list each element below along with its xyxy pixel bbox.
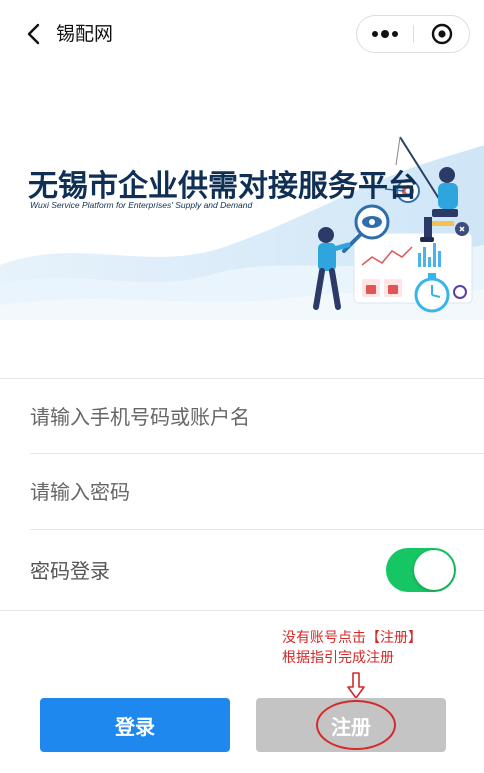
back-button[interactable] [20,20,48,48]
register-hint-line-2: 根据指引完成注册 [282,650,394,666]
target-circle-icon [431,23,453,45]
page-title: 锡配网 [56,23,114,45]
password-input[interactable] [30,472,450,512]
banner-subtitle: Wuxi Service Platform for Enterprises' S… [30,200,253,210]
chevron-left-icon [27,23,40,45]
banner-illustration [0,136,484,320]
login-button[interactable]: 登录 [40,698,230,752]
register-hint: 没有账号点击【注册】 根据指引完成注册 [282,628,422,668]
account-input[interactable] [30,397,450,437]
more-button[interactable] [357,16,413,52]
more-dots-icon [372,30,398,38]
password-login-toggle[interactable] [386,548,456,592]
down-arrow-icon [347,672,365,699]
banner-title: 无锡市企业供需对接服务平台 [28,169,418,204]
mini-program-capsule [356,15,470,53]
form-top-divider [0,378,484,379]
account-divider [30,453,484,454]
password-login-label: 密码登录 [30,559,110,583]
password-divider [30,529,484,530]
form-bottom-divider [0,610,484,611]
navbar: 锡配网 [0,0,484,68]
register-hint-line-1: 没有账号点击【注册】 [282,630,422,646]
register-button[interactable]: 注册 [256,698,446,752]
close-button[interactable] [414,16,470,52]
banner: 无锡市企业供需对接服务平台 Wuxi Service Platform for … [0,125,484,320]
toggle-knob [414,550,454,590]
